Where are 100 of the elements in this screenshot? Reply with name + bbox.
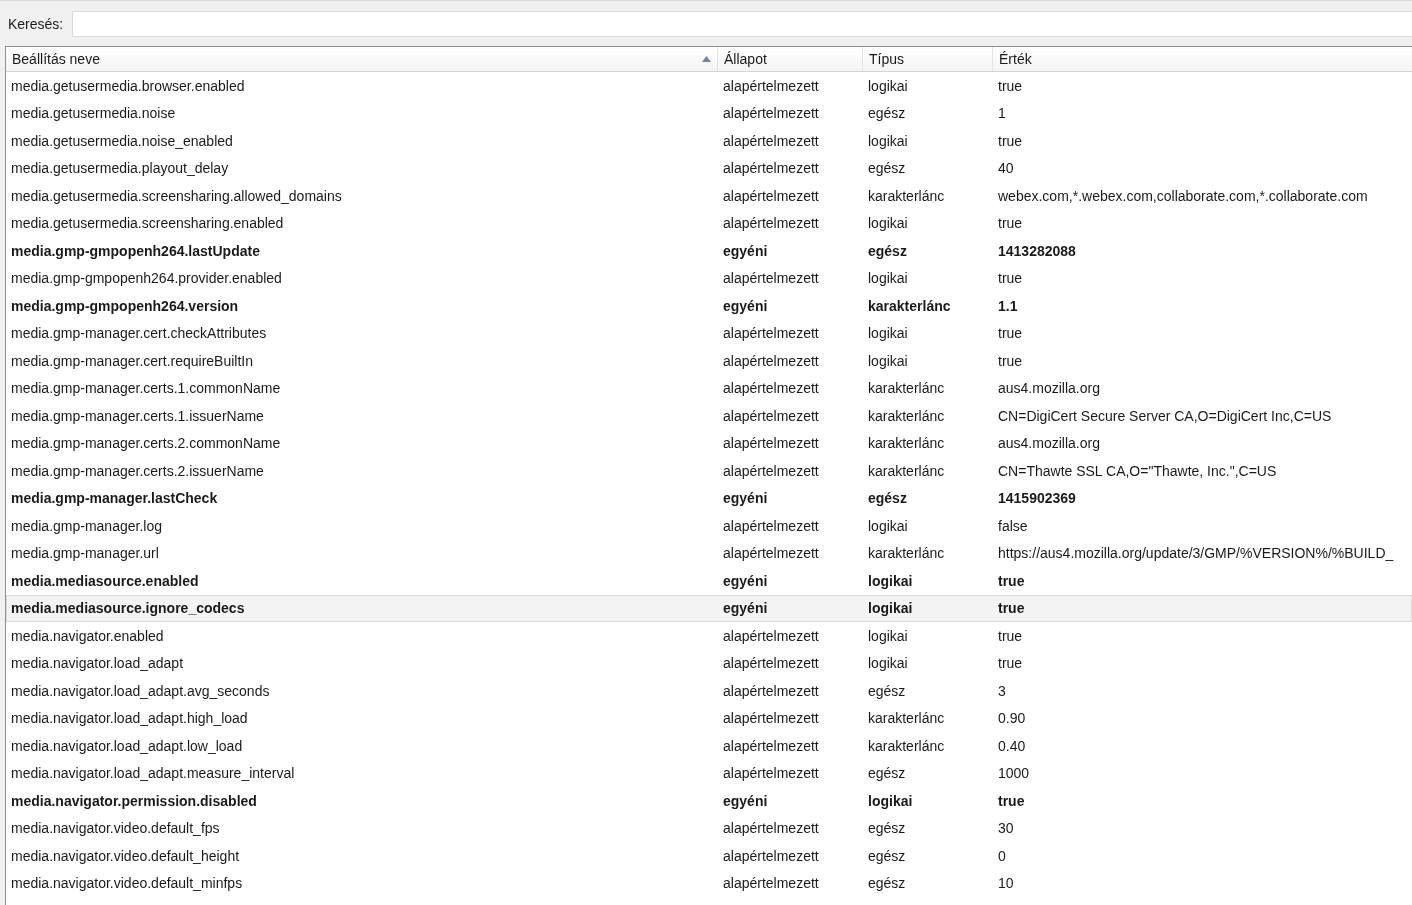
- table-cell-text: egész: [867, 242, 908, 259]
- table-cell-text: media.getusermedia.browser.enabled: [10, 77, 246, 94]
- table-cell-text: alapértelmezett: [722, 215, 820, 232]
- table-cell-text: karakterlánc: [867, 545, 946, 562]
- table-cell-text: egész: [867, 490, 908, 507]
- table-cell-text: logikai: [867, 132, 909, 149]
- table-cell-text: media.mediasource.ignore_codecs: [10, 600, 246, 617]
- search-field[interactable]: [72, 10, 1412, 37]
- table-cell-text: alapértelmezett: [722, 352, 820, 369]
- table-cell-text: aus4.mozilla.org: [997, 435, 1101, 452]
- table-cell-text: alapértelmezett: [722, 765, 820, 782]
- table-cell-text: 30: [997, 820, 1015, 837]
- table-cell-text: egyéni: [722, 792, 769, 809]
- table-cell-text: alapértelmezett: [722, 627, 820, 644]
- table-cell-text: media.getusermedia.screensharing.enabled: [10, 215, 285, 232]
- table-cell-text: https://aus4.mozilla.org/update/3/GMP/%VERSION%/%BUILD_: [997, 545, 1395, 562]
- table-cell-text: media.gmp-manager.url: [10, 545, 160, 562]
- table-cell-text: true: [997, 627, 1024, 644]
- table-cell-text: alapértelmezett: [722, 875, 820, 892]
- table-cell-text: media.navigator.load_adapt.low_load: [10, 737, 244, 754]
- table-cell-text: alapértelmezett: [722, 682, 820, 699]
- column-header[interactable]: Beállítás neve: [6, 47, 718, 71]
- table-cell-text: alapértelmezett: [722, 655, 820, 672]
- table-cell-text: alapértelmezett: [722, 270, 820, 287]
- table-cell-text: alapértelmezett: [722, 160, 820, 177]
- table-cell-text: logikai: [867, 792, 914, 809]
- table-cell-text: egész: [867, 820, 907, 837]
- table-cell-text: CN=Thawte SSL CA,O="Thawte, Inc.",C=US: [997, 462, 1278, 479]
- table-cell-text: karakterlánc: [867, 380, 946, 397]
- column-header[interactable]: Érték: [993, 47, 1412, 71]
- table-cell-text: karakterlánc: [867, 462, 946, 479]
- table-cell-text: media.gmp-manager.cert.requireBuiltIn: [10, 352, 254, 369]
- table-cell-text: logikai: [867, 517, 909, 534]
- table-cell-text: logikai: [867, 655, 909, 672]
- column-header[interactable]: Típus: [863, 47, 993, 71]
- table-cell-text: webex.com,*.webex.com,collaborate.com,*.collaborate.com: [997, 187, 1369, 204]
- table-cell-text: media.navigator.enabled: [10, 627, 165, 644]
- table-cell-text: alapértelmezett: [722, 105, 820, 122]
- table-cell-text: 3: [997, 682, 1007, 699]
- table-cell-text: media.gmp-manager.lastCheck: [10, 490, 219, 507]
- table-cell-text: media.navigator.video.default_minfps: [10, 875, 244, 892]
- table-cell-text: logikai: [867, 215, 909, 232]
- table-cell-text: media.navigator.load_adapt.measure_interval: [10, 765, 296, 782]
- selected-row[interactable]: media.mediasource.ignore_codecs egyéni logikai true: [6, 594, 1412, 622]
- table-cell-text: karakterlánc: [867, 187, 946, 204]
- table-cell-text: media.getusermedia.screensharing.allowed_domains: [10, 187, 343, 204]
- table-cell-text: egész: [867, 105, 907, 122]
- table-cell-text: logikai: [867, 325, 909, 342]
- table-cell-text: alapértelmezett: [722, 847, 820, 864]
- table-cell-text: egyéni: [722, 572, 769, 589]
- table-cell-text: egyéni: [722, 600, 769, 617]
- table-cell-text: media.gmp-manager.certs.1.issuerName: [10, 407, 265, 424]
- table-cell-text: logikai: [867, 572, 914, 589]
- table-cell-text: 1: [997, 105, 1007, 122]
- table-cell-text: alapértelmezett: [722, 325, 820, 342]
- table-cell-text: media.navigator.video.default_fps: [10, 820, 221, 837]
- table-cell-text: true: [997, 215, 1024, 232]
- table-cell-text: logikai: [867, 627, 909, 644]
- table-cell-text: 1415902369: [997, 490, 1077, 507]
- table-cell-text: true: [997, 77, 1024, 94]
- table-cell-text: media.getusermedia.playout_delay: [10, 160, 230, 177]
- search-label: Keresés:: [8, 15, 65, 32]
- table-cell-text: egész: [867, 160, 907, 177]
- sort-arrow-icon: [702, 56, 711, 62]
- table-cell-text: egyéni: [722, 490, 769, 507]
- table-cell-text: alapértelmezett: [722, 380, 820, 397]
- table-cell-text: egész: [867, 875, 907, 892]
- table-cell-text: media.navigator.permission.disabled: [10, 792, 258, 809]
- table-cell-text: karakterlánc: [867, 435, 946, 452]
- table-cell-text: alapértelmezett: [722, 820, 820, 837]
- table-cell-text: egész: [867, 682, 907, 699]
- table-cell-text: alapértelmezett: [722, 545, 820, 562]
- table-cell-text: media.gmp-manager.log: [10, 517, 163, 534]
- table-cell-text: media.getusermedia.noise_enabled: [10, 132, 234, 149]
- table-cell-text: media.gmp-manager.certs.2.commonName: [10, 435, 282, 452]
- table-cell-text: media.gmp-manager.certs.1.commonName: [10, 380, 282, 397]
- table-cell-text: true: [997, 270, 1024, 287]
- column-header[interactable]: Állapot: [718, 47, 863, 71]
- table-cell-text: alapértelmezett: [722, 132, 820, 149]
- table-cell-text: egyéni: [722, 297, 769, 314]
- table-cell-text: media.navigator.load_adapt.high_load: [10, 710, 249, 727]
- table-cell-text: media.navigator.load_adapt: [10, 655, 185, 672]
- table-cell-text: alapértelmezett: [722, 710, 820, 727]
- table-cell-text: media.mediasource.enabled: [10, 572, 200, 589]
- table-cell-text: egész: [867, 847, 907, 864]
- table-cell-text: logikai: [867, 270, 909, 287]
- table-cell-text: 0: [997, 847, 1007, 864]
- table-cell-text: 1000: [997, 765, 1031, 782]
- table-cell-text: karakterlánc: [867, 737, 946, 754]
- table-cell-text: media.navigator.video.default_height: [10, 847, 241, 864]
- table-cell-text: alapértelmezett: [722, 737, 820, 754]
- table-cell-text: media.navigator.load_adapt.avg_seconds: [10, 682, 271, 699]
- table-cell-text: media.gmp-manager.cert.checkAttributes: [10, 325, 268, 342]
- table-cell-text: media.gmp-manager.certs.2.issuerName: [10, 462, 265, 479]
- table-cell-text: alapértelmezett: [722, 435, 820, 452]
- table-cell-text: alapértelmezett: [722, 77, 820, 94]
- table-cell-text: true: [997, 352, 1024, 369]
- table-cell-text: true: [997, 325, 1024, 342]
- table-cell-text: true: [997, 655, 1024, 672]
- table-cell-text: 0.90: [997, 710, 1027, 727]
